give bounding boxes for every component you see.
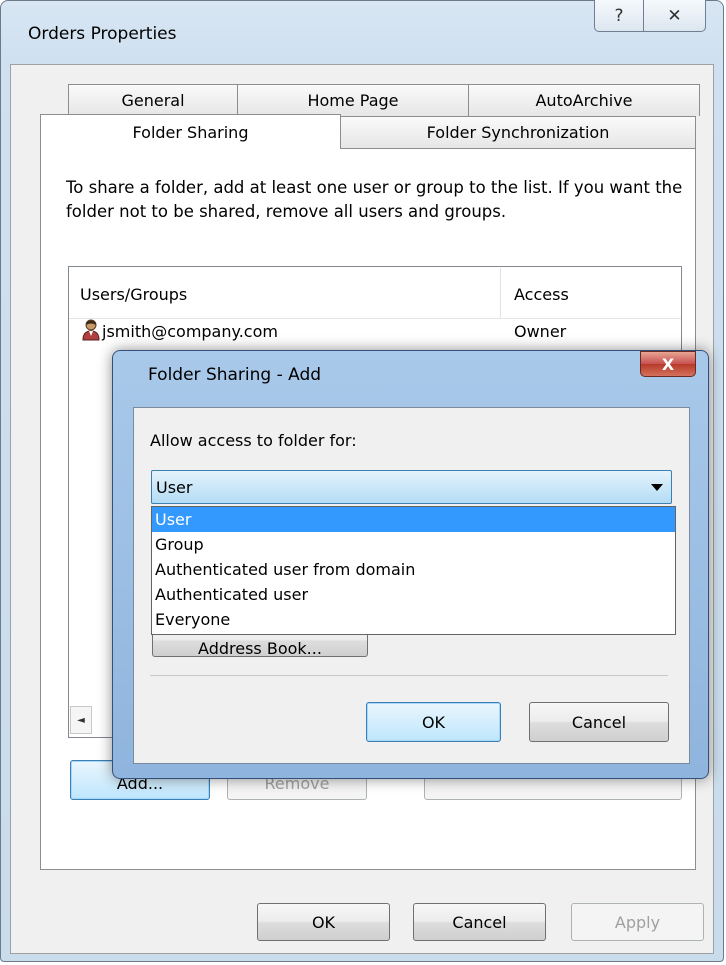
user-icon: [82, 319, 100, 341]
address-book-button-label: Address Book...: [198, 639, 322, 658]
add-dialog-ok-button[interactable]: OK: [366, 702, 501, 742]
column-header-access[interactable]: Access: [514, 285, 569, 304]
tab-home-page[interactable]: Home Page: [237, 84, 469, 116]
close-icon: ✕: [667, 5, 682, 26]
row-access: Owner: [514, 322, 567, 341]
ok-button-label: OK: [311, 912, 336, 932]
sharing-description: To share a folder, add at least one user…: [66, 178, 683, 221]
access-for-select-value: User: [156, 478, 193, 497]
option-everyone[interactable]: Everyone: [152, 607, 675, 632]
ok-button[interactable]: OK: [257, 903, 390, 941]
row-user-email: jsmith@company.com: [102, 322, 278, 341]
tab-label: AutoArchive: [535, 91, 633, 110]
chevron-down-icon: [651, 484, 663, 491]
close-icon: X: [661, 354, 675, 374]
allow-access-label: Allow access to folder for:: [150, 431, 357, 450]
tab-label: Folder Sharing: [132, 122, 249, 142]
access-for-dropdown-list[interactable]: User Group Authenticated user from domai…: [151, 506, 676, 635]
cancel-button-label: Cancel: [452, 912, 507, 932]
add-dialog-cancel-button[interactable]: Cancel: [529, 702, 669, 742]
add-dialog-title: Folder Sharing - Add: [148, 365, 322, 385]
tab-folder-synchronization[interactable]: Folder Synchronization: [340, 116, 696, 148]
tab-folder-sharing[interactable]: Folder Sharing: [40, 114, 341, 149]
close-button[interactable]: ✕: [643, 0, 706, 32]
tab-general[interactable]: General: [68, 84, 238, 116]
add-dialog-close-button[interactable]: X: [640, 351, 696, 377]
add-dialog-ok-label: OK: [421, 712, 446, 732]
tab-label: Home Page: [307, 91, 399, 110]
tab-label: Folder Synchronization: [426, 123, 610, 142]
allow-access-label-text: Allow access to folder for:: [150, 431, 357, 450]
access-for-select[interactable]: User: [151, 470, 672, 504]
option-group[interactable]: Group: [152, 532, 675, 557]
tab-label: General: [121, 91, 185, 110]
apply-button-label: Apply: [614, 912, 661, 932]
dialog-divider: [150, 675, 668, 676]
option-authenticated-user-from-domain[interactable]: Authenticated user from domain: [152, 557, 675, 582]
add-dialog-cancel-label: Cancel: [571, 712, 627, 732]
column-divider: [500, 268, 501, 318]
apply-button[interactable]: Apply: [571, 903, 704, 941]
option-user[interactable]: User: [152, 507, 675, 532]
tab-autoarchive[interactable]: AutoArchive: [468, 84, 700, 116]
help-icon: ?: [614, 5, 624, 26]
help-button[interactable]: ?: [594, 0, 644, 32]
column-header-users[interactable]: Users/Groups: [80, 285, 187, 304]
option-authenticated-user[interactable]: Authenticated user: [152, 582, 675, 607]
scroll-left-button[interactable]: ◄: [70, 706, 92, 734]
cancel-button[interactable]: Cancel: [413, 903, 546, 941]
window-title: Orders Properties: [28, 24, 177, 44]
